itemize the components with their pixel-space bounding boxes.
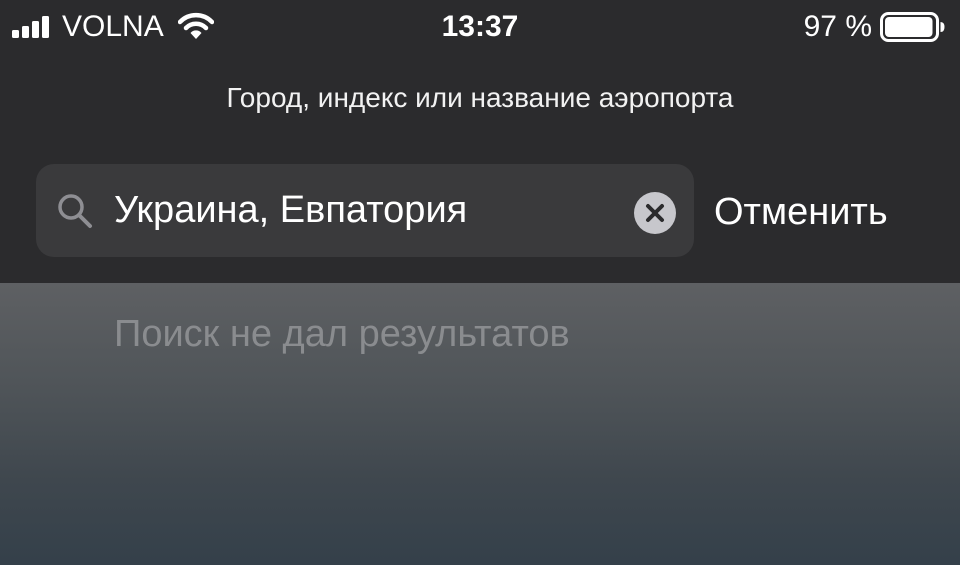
search-icon (58, 194, 92, 228)
status-bar: VOLNA 13:37 97 % (0, 0, 960, 56)
status-time: 13:37 (441, 10, 519, 43)
search-value[interactable]: Украина, Евпатория (114, 186, 614, 234)
search-hint: Город, индекс или название аэропорта (226, 82, 734, 113)
carrier-name: VOLNA (62, 10, 164, 43)
clear-button[interactable] (634, 192, 676, 234)
battery-icon (880, 12, 945, 42)
search-header-panel: VOLNA 13:37 97 % Город, индекс или назва… (0, 0, 960, 283)
search-screen: VOLNA 13:37 97 % Город, индекс или назва… (0, 0, 960, 565)
battery-percentage: 97 % (803, 10, 872, 43)
wifi-icon (178, 12, 214, 39)
search-input[interactable]: Украина, Евпатория (36, 164, 694, 257)
clear-icon (646, 204, 664, 222)
cancel-button[interactable]: Отменить (714, 186, 888, 238)
results-area: Поиск не дал результатов (0, 283, 960, 565)
no-results-message: Поиск не дал результатов (114, 313, 570, 355)
signal-bars-icon (12, 16, 49, 38)
